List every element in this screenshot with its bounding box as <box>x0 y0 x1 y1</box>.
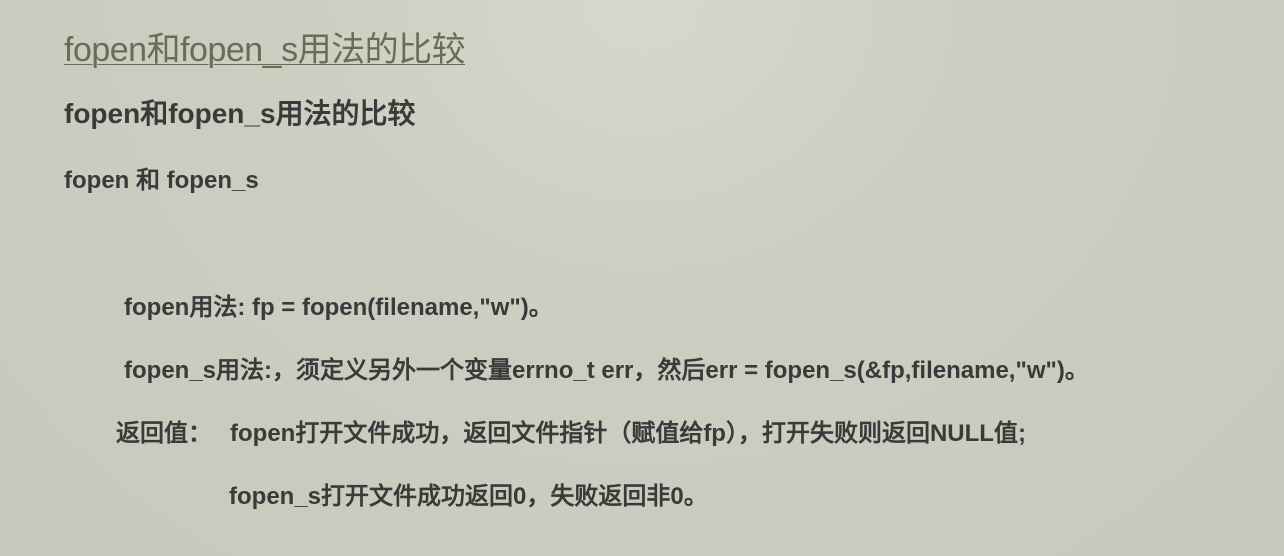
article-title-link[interactable]: fopen和fopen_s用法的比较 <box>64 22 466 71</box>
fopen-s-return-text: fopen_s打开文件成功返回0，失败返回非0。 <box>229 483 708 510</box>
fopen-return-text: fopen打开文件成功，返回文件指针（赋值给fp），打开失败则返回NULL值; <box>230 420 1026 447</box>
return-value-label: 返回值： <box>116 420 212 447</box>
fopen-usage-text: fopen用法: fp = fopen(filename,"w")。 <box>124 294 553 321</box>
fopen-s-usage-text: fopen_s用法:，须定义另外一个变量errno_t err，然后err = … <box>124 357 1089 384</box>
section-subheading: fopen 和 fopen_s <box>64 167 259 194</box>
article-heading: fopen和fopen_s用法的比较 <box>64 98 416 129</box>
return-value-line: 返回值： fopen打开文件成功，返回文件指针（赋值给fp），打开失败则返回NUL… <box>116 413 1026 448</box>
